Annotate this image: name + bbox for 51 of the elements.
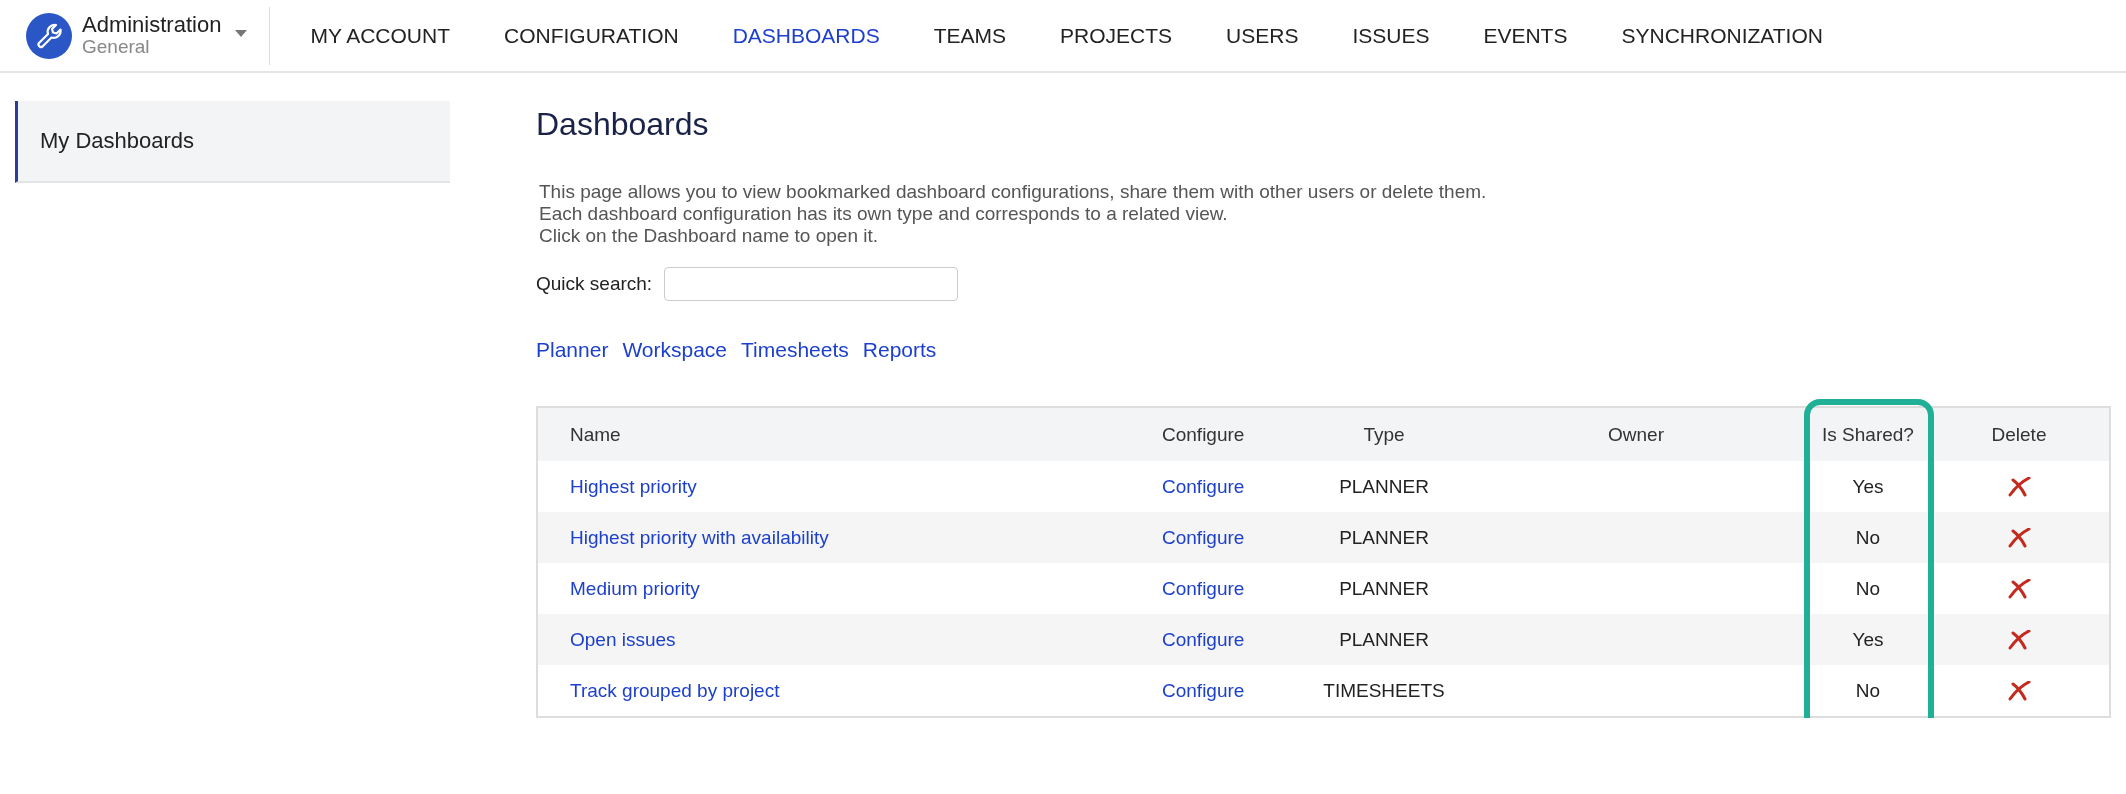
column-header: Is Shared? bbox=[1807, 407, 1929, 461]
table-cell: Yes bbox=[1807, 614, 1929, 665]
nav-tab[interactable]: CONFIGURATION bbox=[504, 23, 679, 48]
search-label: Quick search: bbox=[536, 273, 653, 295]
dashboard-link[interactable]: Highest priority with availability bbox=[570, 526, 829, 548]
table-cell: Yes bbox=[1807, 461, 1929, 512]
column-header: Configure bbox=[1161, 407, 1303, 461]
page-title: Dashboards bbox=[536, 106, 710, 143]
app-switcher[interactable]: Administration General bbox=[82, 12, 222, 59]
table-cell: No bbox=[1807, 563, 1929, 614]
nav-tab[interactable]: PROJECTS bbox=[1060, 23, 1173, 48]
table-cell: PLANNER bbox=[1303, 563, 1465, 614]
configure-link[interactable]: Configure bbox=[1162, 475, 1245, 497]
filter-link[interactable]: Reports bbox=[862, 338, 937, 362]
nav-tab[interactable]: MY ACCOUNT bbox=[310, 23, 451, 48]
column-header: Owner bbox=[1465, 407, 1807, 461]
delete-x-icon[interactable] bbox=[2007, 681, 2031, 702]
sidebar-item[interactable]: My Dashboards bbox=[15, 101, 450, 183]
delete-x-icon[interactable] bbox=[2007, 630, 2031, 651]
filter-link[interactable]: Timesheets bbox=[741, 338, 849, 362]
column-header: Name bbox=[537, 407, 1161, 461]
description-text: Each dashboard configuration has its own type and corresponds to a related view. bbox=[539, 203, 1229, 225]
wrench-logo-icon bbox=[26, 12, 72, 59]
column-header: Type bbox=[1303, 407, 1465, 461]
nav-tab[interactable]: EVENTS bbox=[1483, 23, 1568, 48]
delete-x-icon[interactable] bbox=[2007, 528, 2031, 549]
nav-tab[interactable]: DASHBOARDS bbox=[732, 23, 880, 48]
dashboard-link[interactable]: Track grouped by project bbox=[570, 679, 780, 701]
dashboard-link[interactable]: Highest priority bbox=[570, 475, 697, 497]
table-cell: No bbox=[1807, 512, 1929, 563]
table-cell: PLANNER bbox=[1303, 614, 1465, 665]
nav-tab[interactable]: ISSUES bbox=[1352, 23, 1430, 48]
table-cell: No bbox=[1807, 665, 1929, 717]
nav-tab[interactable]: SYNCHRONIZATION bbox=[1621, 23, 1823, 48]
nav-tab[interactable]: TEAMS bbox=[933, 23, 1006, 48]
nav-tab[interactable]: USERS bbox=[1226, 23, 1299, 48]
delete-x-icon[interactable] bbox=[2007, 477, 2031, 498]
table-cell: PLANNER bbox=[1303, 512, 1465, 563]
configure-link[interactable]: Configure bbox=[1162, 679, 1245, 701]
description-text: Click on the Dashboard name to open it. bbox=[539, 225, 880, 247]
caret-icon[interactable] bbox=[235, 30, 248, 37]
table-cell: TIMESHEETS bbox=[1303, 665, 1465, 717]
description-text: This page allows you to view bookmarked dashboard configurations, share them with other users or delete them. bbox=[539, 181, 1488, 203]
search-field[interactable] bbox=[664, 267, 959, 301]
table-cell: PLANNER bbox=[1303, 461, 1465, 512]
filter-link[interactable]: Workspace bbox=[622, 338, 728, 362]
filter-link[interactable]: Planner bbox=[536, 338, 609, 362]
configure-link[interactable]: Configure bbox=[1162, 577, 1245, 599]
delete-x-icon[interactable] bbox=[2007, 579, 2031, 600]
dashboard-link[interactable]: Open issues bbox=[570, 628, 676, 650]
dashboard-link[interactable]: Medium priority bbox=[570, 577, 700, 599]
